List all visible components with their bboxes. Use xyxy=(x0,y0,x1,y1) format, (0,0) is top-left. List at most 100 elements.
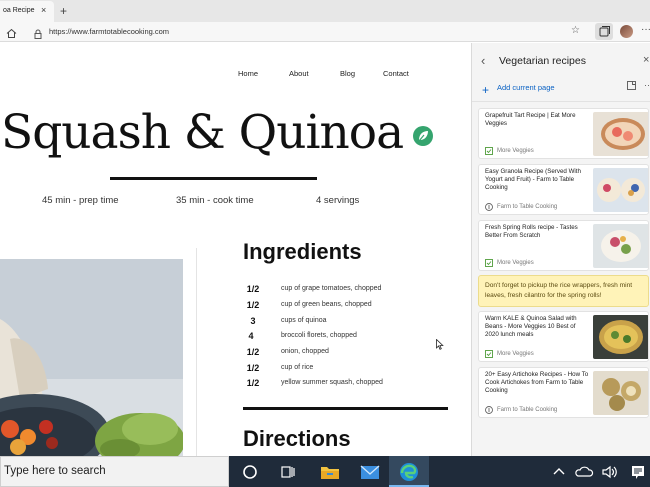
new-tab-button[interactable]: + xyxy=(60,4,67,18)
collection-title: Vegetarian recipes xyxy=(499,55,586,67)
card-title: 20+ Easy Artichoke Recipes - How To Cook… xyxy=(485,371,589,395)
home-icon[interactable] xyxy=(6,26,17,44)
ingredient-item: cup of green beans, chopped xyxy=(281,301,372,308)
note-text: Don't forget to pickup the rice wrappers… xyxy=(485,282,633,299)
ingredient-row: 3 cups of quinoa xyxy=(243,316,463,329)
tray-chevron-up-icon[interactable] xyxy=(547,460,571,484)
ingredient-qty: 3 xyxy=(250,316,256,326)
card-title: Warm KALE & Quinoa Salad with Beans - Mo… xyxy=(485,315,577,339)
ingredient-row: 4 broccoli florets, chopped xyxy=(243,331,463,344)
favorite-star-icon[interactable]: ☆ xyxy=(571,25,580,36)
tab-recipe[interactable]: oa Recipe × xyxy=(0,1,54,22)
cortana-icon[interactable] xyxy=(238,460,262,484)
nav-blog[interactable]: Blog xyxy=(340,69,355,78)
cook-time: 35 min - cook time xyxy=(176,195,254,206)
prep-time: 45 min - prep time xyxy=(42,195,119,206)
onedrive-cloud-icon[interactable] xyxy=(572,460,596,484)
more-menu-icon[interactable]: ··· xyxy=(641,24,650,35)
collection-card[interactable]: Warm KALE & Quinoa Salad with Beans - Mo… xyxy=(478,311,649,362)
card-thumbnail xyxy=(593,224,648,268)
farm-to-table-favicon-icon xyxy=(485,203,493,211)
directions-heading: Directions xyxy=(243,426,351,451)
ingredient-row: 1/2 yellow summer squash, chopped xyxy=(243,378,463,391)
ingredient-qty: 1/2 xyxy=(246,378,260,388)
address-bar[interactable]: https://www.farmtotablecooking.com xyxy=(24,24,584,40)
directions-divider xyxy=(243,407,448,410)
ingredient-qty: 1/2 xyxy=(246,363,260,373)
collection-card[interactable]: 20+ Easy Artichoke Recipes - How To Cook… xyxy=(478,367,649,418)
close-pane-icon[interactable]: × xyxy=(643,54,649,66)
add-current-page-button[interactable]: + Add current page xyxy=(482,81,555,97)
lock-icon[interactable] xyxy=(34,26,42,44)
ingredient-qty: 1/2 xyxy=(246,347,260,357)
card-title: Fresh Spring Rolls recipe - Tastes Bette… xyxy=(485,224,578,240)
nav-home[interactable]: Home xyxy=(238,69,258,78)
pane-divider xyxy=(472,101,650,102)
url-text[interactable]: https://www.farmtotablecooking.com xyxy=(49,27,169,36)
ingredient-item: onion, chopped xyxy=(281,348,329,355)
edge-browser-icon[interactable] xyxy=(397,460,421,484)
ingredient-qty: 1/2 xyxy=(246,300,260,310)
card-thumbnail xyxy=(593,371,648,415)
tab-title: oa Recipe xyxy=(3,7,35,14)
card-source-label: Farm to Table Cooking xyxy=(497,204,558,210)
pane-more-icon[interactable]: ··· xyxy=(644,80,650,90)
ingredient-item: yellow summer squash, chopped xyxy=(281,379,383,386)
ingredient-item: cups of quinoa xyxy=(281,317,327,324)
browser-toolbar: https://www.farmtotablecooking.com ☆ ··· xyxy=(0,22,650,42)
recipe-title: Squash & Quinoa xyxy=(1,105,404,160)
recipe-photo xyxy=(0,259,183,456)
card-source-label: More Veggies xyxy=(497,148,534,154)
card-source-label: Farm to Table Cooking xyxy=(497,407,558,413)
tab-close-icon[interactable]: × xyxy=(41,5,46,15)
ingredient-row: 1/2 cup of grape tomatoes, chopped xyxy=(243,284,463,297)
back-chevron-icon[interactable]: ‹ xyxy=(481,53,485,68)
card-title: Grapefruit Tart Recipe | Eat More Veggie… xyxy=(485,112,576,128)
plus-icon: + xyxy=(482,83,490,97)
add-current-page-label: Add current page xyxy=(497,83,555,92)
taskbar-search-box[interactable]: Type here to search xyxy=(0,456,229,487)
collections-button[interactable] xyxy=(595,23,613,40)
notifications-icon[interactable] xyxy=(626,460,650,484)
card-thumbnail xyxy=(593,315,648,359)
collections-icon xyxy=(599,26,610,37)
mail-icon[interactable] xyxy=(358,460,382,484)
ingredient-qty: 1/2 xyxy=(246,284,260,294)
card-thumbnail xyxy=(593,168,648,212)
more-veggies-favicon-icon xyxy=(485,350,493,358)
tab-strip: oa Recipe × + xyxy=(0,0,650,22)
ingredient-qty: 4 xyxy=(248,331,254,341)
mouse-cursor-icon xyxy=(436,337,444,355)
servings: 4 servings xyxy=(316,195,360,206)
search-placeholder: Type here to search xyxy=(4,465,106,477)
screen: oa Recipe × + https://www.farmtotablecoo… xyxy=(0,0,650,487)
ingredient-row: 1/2 cup of rice xyxy=(243,363,463,376)
more-veggies-favicon-icon xyxy=(485,147,493,155)
task-view-icon[interactable] xyxy=(276,460,300,484)
ingredient-item: cup of rice xyxy=(281,364,314,371)
collection-card[interactable]: Easy Granola Recipe (Served With Yogurt … xyxy=(478,164,649,215)
add-note-icon[interactable] xyxy=(627,81,636,92)
windows-taskbar: Type here to search xyxy=(0,456,650,487)
nav-contact[interactable]: Contact xyxy=(383,69,409,78)
ingredients-heading: Ingredients xyxy=(243,239,362,264)
ingredient-row: 1/2 cup of green beans, chopped xyxy=(243,300,463,313)
farm-to-table-favicon-icon xyxy=(485,406,493,414)
collection-card[interactable]: Grapefruit Tart Recipe | Eat More Veggie… xyxy=(478,108,649,159)
photo-edge-divider xyxy=(196,248,197,456)
volume-icon[interactable] xyxy=(598,460,622,484)
title-divider xyxy=(110,177,317,180)
web-page: Home About Blog Contact Squash & Quinoa … xyxy=(0,43,471,456)
collection-note[interactable]: Don't forget to pickup the rice wrappers… xyxy=(478,275,649,307)
ingredient-item: broccoli florets, chopped xyxy=(281,332,357,339)
more-veggies-favicon-icon xyxy=(485,259,493,267)
card-title: Easy Granola Recipe (Served With Yogurt … xyxy=(485,168,581,192)
ingredient-item: cup of grape tomatoes, chopped xyxy=(281,285,382,292)
file-explorer-icon[interactable] xyxy=(318,460,342,484)
leaf-badge-icon[interactable] xyxy=(413,126,433,146)
collection-card[interactable]: Fresh Spring Rolls recipe - Tastes Bette… xyxy=(478,220,649,271)
collections-pane: ‹ Vegetarian recipes × + Add current pag… xyxy=(471,43,650,456)
card-source-label: More Veggies xyxy=(497,351,534,357)
nav-about[interactable]: About xyxy=(289,69,309,78)
profile-avatar[interactable] xyxy=(620,25,633,38)
